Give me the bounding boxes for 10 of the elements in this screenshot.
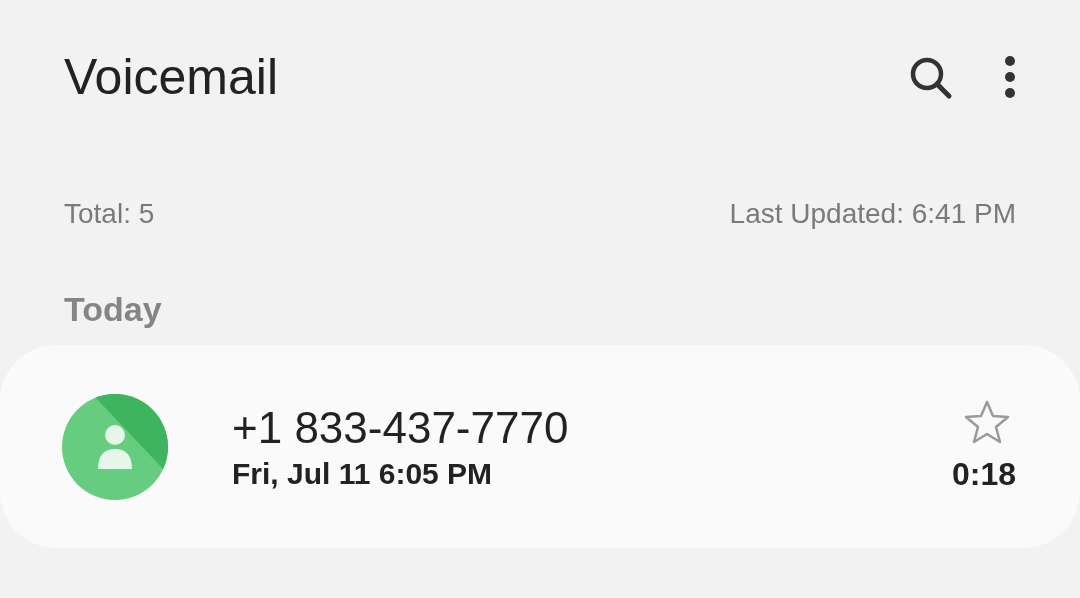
more-options-button[interactable] [1004,55,1016,99]
total-count: Total: 5 [64,198,155,230]
star-button[interactable] [964,400,1010,444]
last-updated-text: Last Updated: 6:41 PM [729,198,1016,230]
voicemail-date: Fri, Jul 11 6:05 PM [232,456,494,491]
voicemail-duration: 0:18 [951,456,1016,493]
caller-number: +1 833-437-7770 [232,402,570,453]
screen-title: Voicemail [64,48,278,106]
section-heading: Today [63,290,163,329]
voicemail-item[interactable]: +1 833-437-7770 Fri, Jul 11 6:05 PM 0:18 [0,345,1080,548]
